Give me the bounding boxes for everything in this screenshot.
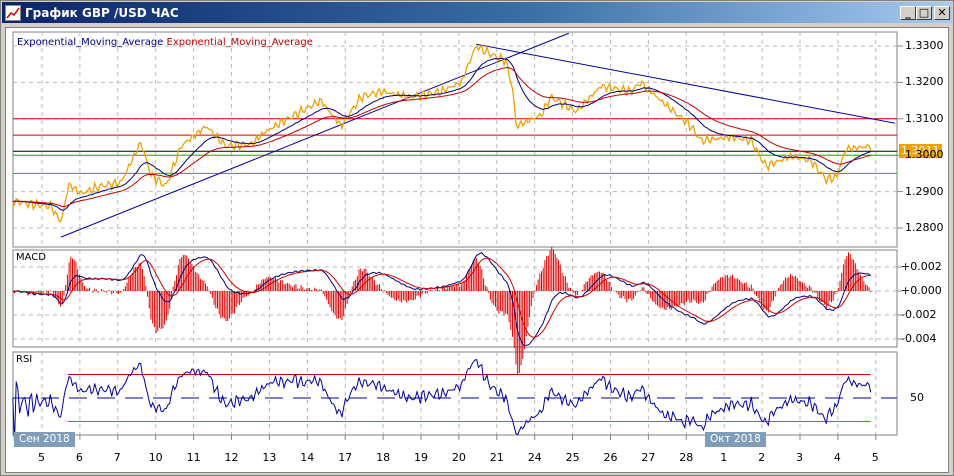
maximize-button[interactable]: □ (916, 6, 932, 20)
x-tick-label: 4 (833, 451, 841, 464)
rsi-axis-label: 50 (910, 391, 924, 404)
macd-label: MACD (16, 252, 46, 263)
x-tick-label: 17 (338, 451, 353, 464)
price-axis-label: 1.3200 (905, 75, 944, 89)
x-tick-label: 10 (148, 451, 163, 464)
title-bar[interactable]: График GBP /USD ЧАС _ □ ✕ (2, 2, 952, 23)
price-axis-label: 1.3300 (905, 39, 944, 52)
legend-ema-slow: Exponential_Moving_Average (166, 37, 313, 48)
price-axis-label: 1.3000 (905, 148, 944, 162)
x-tick-label: 19 (414, 451, 428, 464)
minimize-button[interactable]: _ (900, 6, 916, 20)
rsi-panel (12, 351, 898, 436)
x-tick-label: 18 (376, 451, 391, 464)
x-tick-label: 20 (451, 451, 466, 464)
chart-window: График GBP /USD ЧАС _ □ ✕ Exponential_Mo… (0, 0, 954, 476)
x-tick-label: 13 (262, 451, 277, 464)
price-axis-label: 1.2800 (905, 221, 944, 234)
rsi-label: RSI (16, 354, 33, 365)
macd-axis-label: +0.002 (901, 260, 942, 273)
x-tick-label: 24 (527, 451, 542, 464)
x-tick-label: 1 (720, 451, 728, 464)
x-tick-label: 3 (796, 451, 803, 464)
x-tick-label: 28 (679, 451, 694, 464)
x-tick-label: 5 (38, 451, 45, 464)
macd-axis-label: -0.004 (901, 332, 937, 345)
chart-client-area: Exponential_Moving_Average Exponential_M… (5, 27, 949, 473)
x-tick-label: 25 (565, 451, 580, 464)
x-tick-label: 7 (113, 451, 121, 464)
macd-panel (12, 249, 898, 348)
legend-ema-fast: Exponential_Moving_Average (17, 37, 164, 48)
x-tick-label: 2 (758, 451, 766, 464)
x-tick-label: 14 (300, 451, 315, 464)
month-label-sep: Сен 2018 (14, 432, 75, 447)
chart-canvas[interactable] (6, 28, 950, 474)
x-tick-label: 26 (603, 451, 618, 464)
x-tick-label: 21 (489, 451, 504, 464)
macd-axis-label: -0.002 (901, 308, 937, 321)
price-axis-label: 1.3100 (905, 111, 944, 125)
price-axis-label: 1.2900 (905, 184, 944, 198)
close-button[interactable]: ✕ (934, 6, 950, 20)
x-tick-label: 6 (75, 451, 83, 464)
month-label-oct: Окт 2018 (705, 432, 766, 447)
x-tick-label: 27 (641, 451, 656, 464)
x-tick-label: 5 (871, 451, 879, 464)
x-tick-label: 11 (186, 451, 201, 464)
macd-axis-label: +0.000 (901, 284, 942, 297)
main-panel (12, 31, 898, 248)
indicator-legend: Exponential_Moving_Average Exponential_M… (17, 37, 313, 48)
window-title: График GBP /USD ЧАС (25, 5, 179, 20)
chart-icon (5, 4, 21, 21)
x-tick-label: 12 (224, 451, 239, 464)
